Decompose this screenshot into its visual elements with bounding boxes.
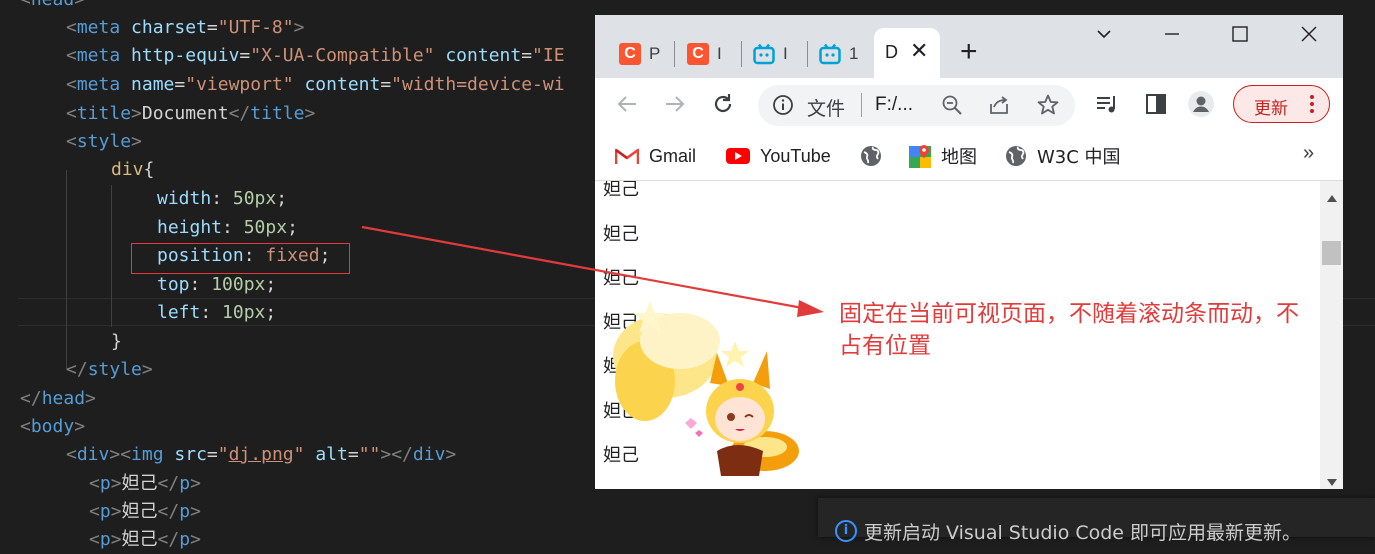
annotation-text: 固定在当前可视页面，不随着滚动条而动，不占有位置 (839, 301, 1299, 359)
info-icon: i (835, 520, 857, 542)
annotation-arrow (361, 225, 824, 317)
notification-message: 更新启动 Visual Studio Code 即可应用最新更新。 (864, 522, 1302, 544)
update-notification[interactable]: i 更新启动 Visual Studio Code 即可应用最新更新。 (818, 498, 1375, 544)
